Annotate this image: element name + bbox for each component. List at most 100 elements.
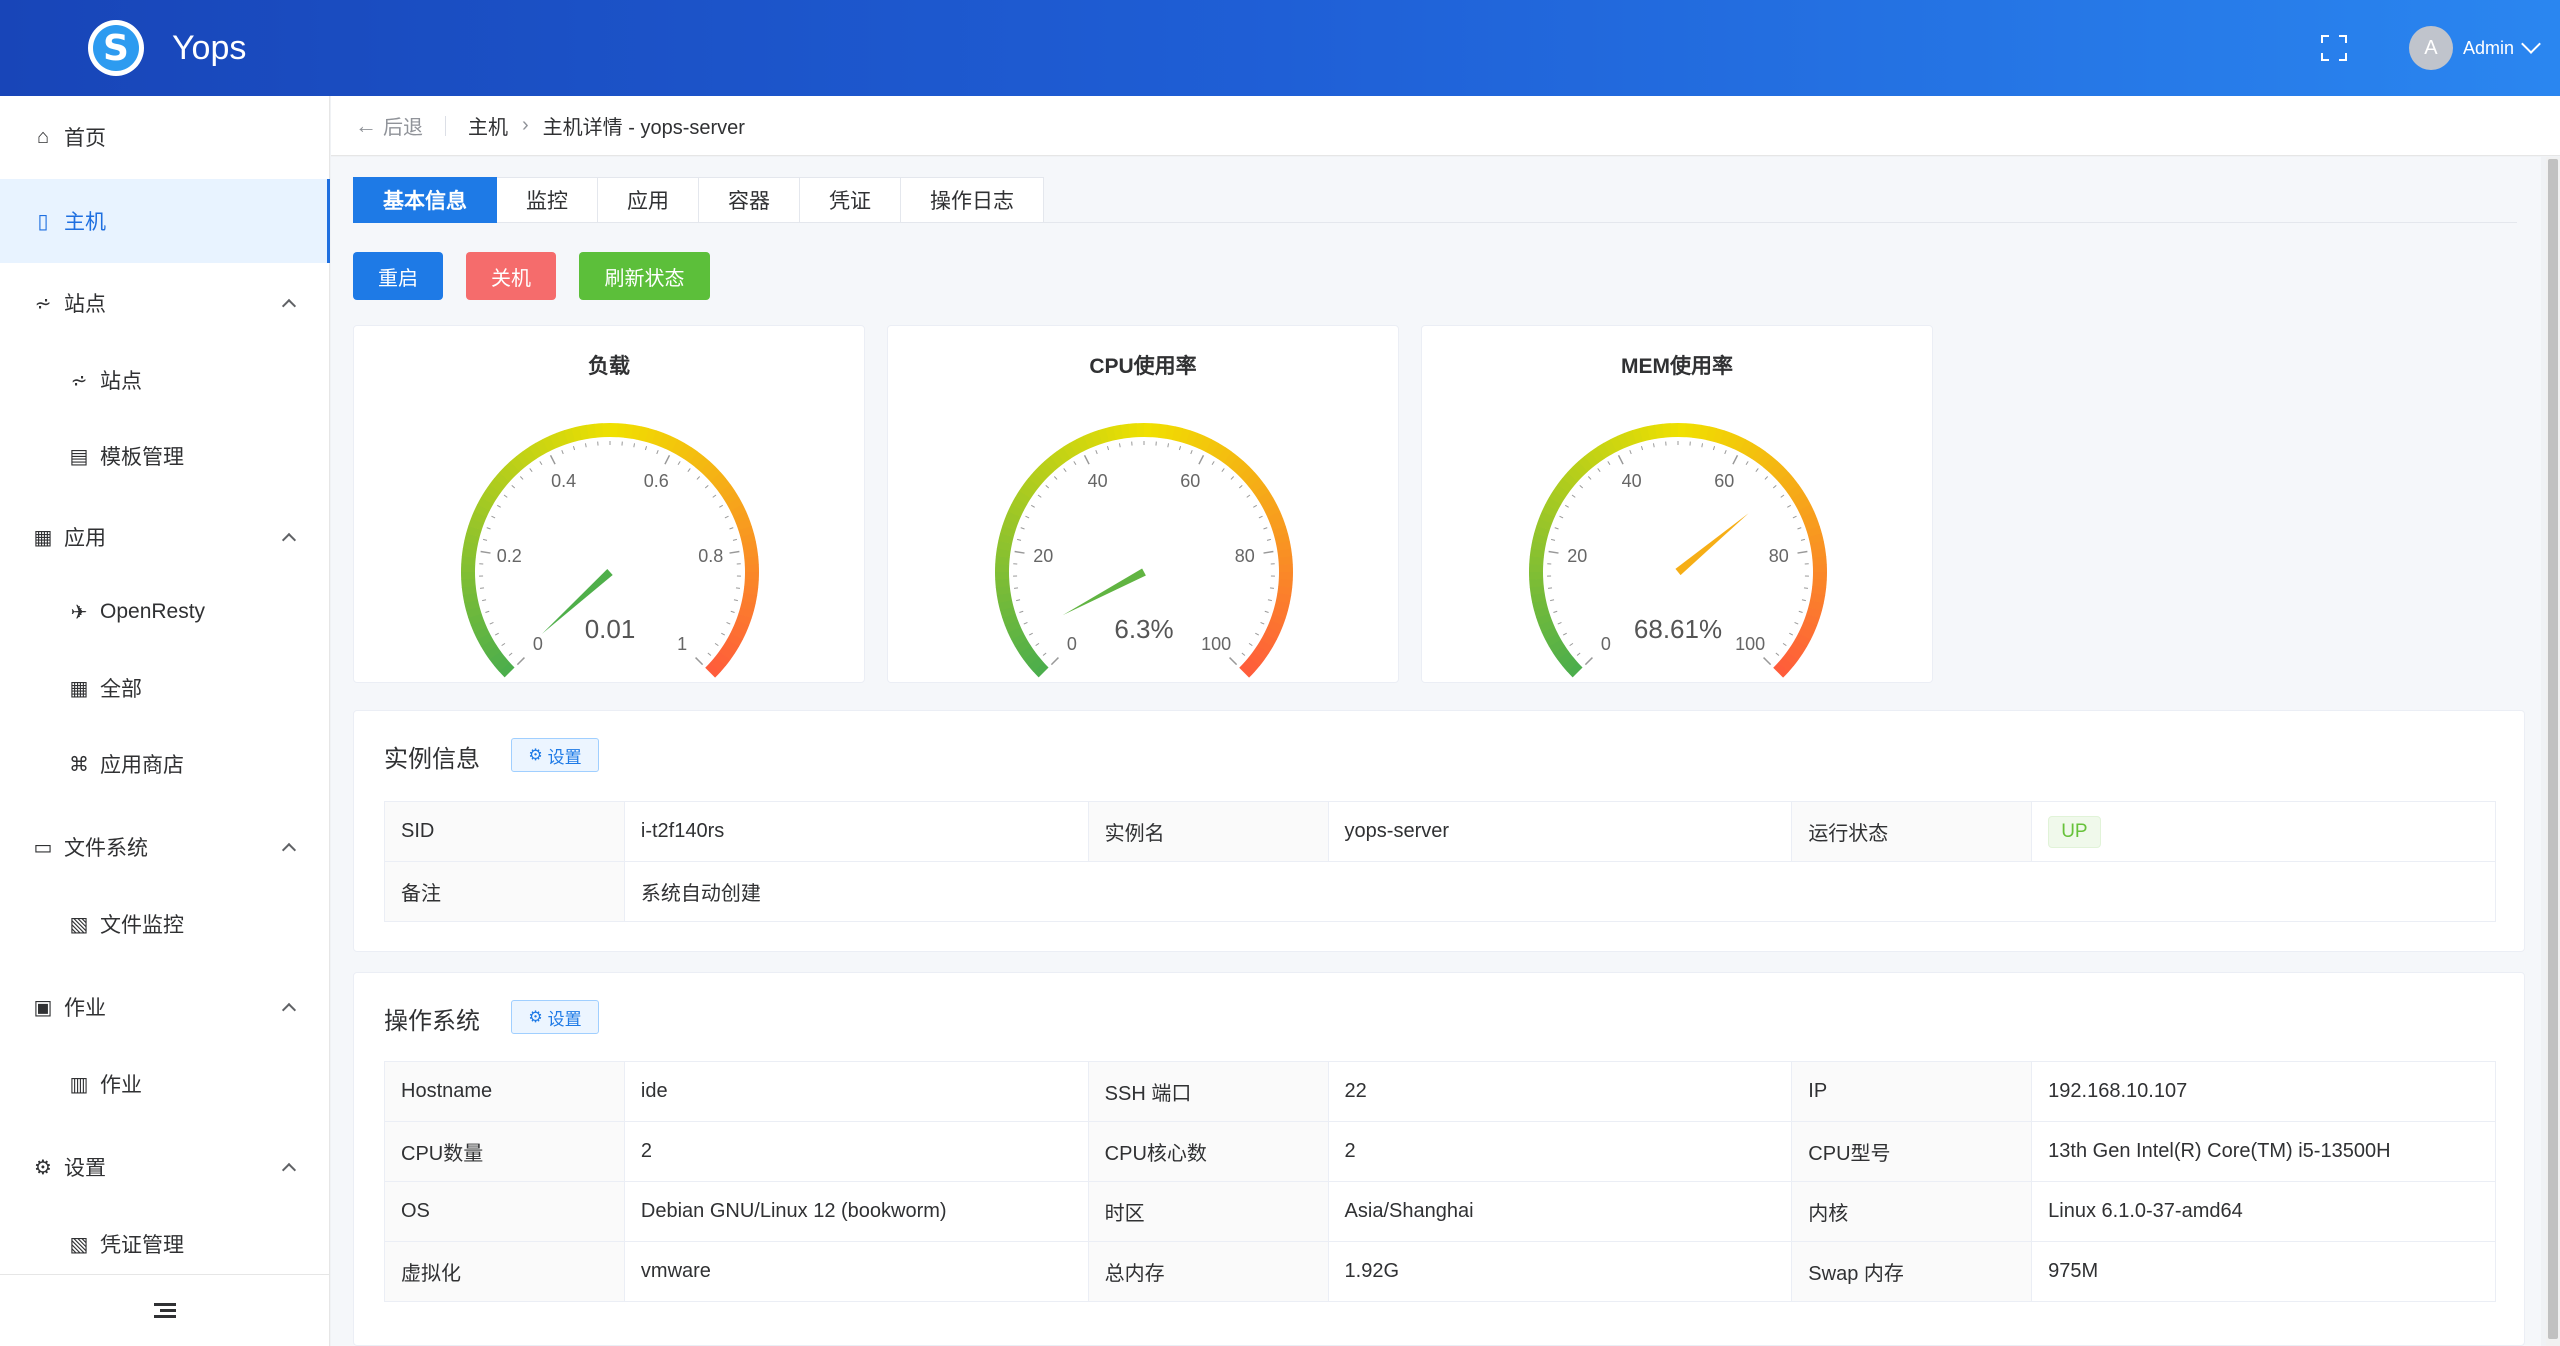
refresh-status-button[interactable]: 刷新状态 [579,252,710,300]
gauge-arc-segment [671,439,685,456]
gauge-arc-segment [1028,472,1044,488]
gauge-tick [1764,476,1769,480]
gauge-arc-segment [1004,511,1021,524]
gauge-tick [1016,538,1022,541]
sidebar-item-4[interactable]: ▤ 模板管理 [0,420,330,492]
gauge-tick [1230,476,1235,480]
gauge-arc-segment [586,423,597,439]
gauge-arc-segment [738,525,755,538]
sidebar-item-11[interactable]: ▣ 作业 [0,968,330,1046]
gauge-arc-segment [683,447,698,464]
app-logo[interactable]: S [88,20,144,76]
gauge-tick [1732,454,1739,465]
sidebar-collapse-toggle[interactable] [0,1274,330,1346]
gauge-tick [482,538,488,541]
breadcrumb-item-host[interactable]: 主机 [468,111,508,140]
gauge-arc-segment [1532,533,1548,544]
gauge-tick [1564,504,1569,508]
sidebar-item-5[interactable]: ▦ 应用 [0,498,330,576]
gauge-tick [1559,515,1564,519]
sidebar-item-6[interactable]: ✈ OpenResty [0,576,330,648]
gauge-arc-segment [677,442,692,459]
gauge-arc-segment [1538,511,1555,524]
shutdown-button[interactable]: 关机 [466,252,556,300]
restart-button[interactable]: 重启 [353,252,443,300]
gauge-arc-segment [1530,540,1547,551]
gauge-arc-segment [1004,620,1021,633]
gear-icon: ⚙ [34,1156,52,1179]
gauge-tick [1020,527,1025,530]
gear-icon: ⚙ [528,1009,543,1026]
sidebar-item-13[interactable]: ⚙ 设置 [0,1128,330,1206]
gauge-tick [1801,599,1806,602]
user-name[interactable]: Admin [2463,38,2514,59]
gauge-arc-segment [1270,518,1286,531]
gauge-tick [1763,657,1772,666]
back-button[interactable]: ← 后退 [355,111,423,140]
fullscreen-icon[interactable] [2320,35,2347,61]
sidebar-item-8[interactable]: ⌘ 应用商店 [0,728,330,800]
gauge-arc-segment [1533,606,1550,619]
gauge-arc-segment [995,548,1011,558]
content-scrollbar[interactable] [2546,157,2560,1346]
gauge-arc-segment [1739,439,1753,456]
openresty-icon: ✈ [70,601,88,624]
tab-monitor[interactable]: 监控 [497,177,598,223]
gauge-tick [1198,454,1205,465]
tab-containers[interactable]: 容器 [699,177,800,223]
sidebar-item-1[interactable]: ▯ 主机 [0,179,330,263]
gauge-arc-segment [528,442,543,459]
gauge-cpu: 0 20 40 60 80 100 6.3% [995,423,1293,678]
gauge-arc-segment [1791,639,1808,654]
scrollbar-thumb[interactable] [2548,159,2558,1339]
gear-icon: ⚙ [528,747,543,764]
cell-label: CPU型号 [1791,1121,2033,1182]
gauge-tick [529,468,533,472]
gauge-arc-segment [735,613,752,626]
gauge-arc-segment [726,633,743,647]
gauge-value: 6.3% [1114,614,1173,644]
gauge-arc-segment [644,428,657,444]
gauge-card-mem: MEM使用率 0 20 40 60 80 100 68.61% [1421,325,1933,683]
chevron-down-icon[interactable] [2521,34,2541,54]
gauge-arc-segment [1787,484,1804,499]
gauge-tick [1652,443,1655,448]
sidebar-item-12[interactable]: ▥ 作业 [0,1048,330,1120]
instance-settings-button[interactable]: ⚙ 设置 [511,738,599,772]
apps-icon: ▦ [69,677,89,700]
gauge-arc-segment [1782,478,1799,493]
gauge-arc-segment [741,593,758,604]
sidebar-item-3[interactable]: ⩫ 站点 [0,344,330,416]
gauge-tick [519,476,524,480]
tab-apps[interactable]: 应用 [598,177,699,223]
tab-operation-log[interactable]: 操作日志 [901,177,1044,223]
gauge-tick [719,504,724,508]
gauge-arc-segment [461,548,477,558]
sidebar-item-0[interactable]: ⌂ 首页 [0,96,330,178]
gauge-tick [584,443,587,448]
os-settings-button[interactable]: ⚙ 设置 [511,1000,599,1034]
gauge-arc-segment [1794,633,1811,647]
gauge-tick-label: 60 [1180,471,1200,491]
tab-credentials[interactable]: 凭证 [800,177,901,223]
table-row: OS Debian GNU/Linux 12 (bookworm) 时区 Asia/S… [384,1181,2496,1242]
avatar[interactable]: A [2408,26,2453,70]
sidebar-item-9[interactable]: ▭ 文件系统 [0,808,330,886]
gauge-tick [1030,504,1035,508]
gauge-arc-segment [726,497,743,512]
gauge-tick [1118,443,1121,448]
main-content: 基本信息 监控 应用 容器 凭证 操作日志 重启 关机 刷新状态 负载 0 0.2… [331,157,2541,1346]
gauge-arc-segment [744,556,759,566]
sidebar-item-10[interactable]: ▧ 文件监控 [0,888,330,960]
menu-fold-icon [154,1300,176,1321]
gauge-arc-segment [1778,472,1795,488]
sidebar-item-14[interactable]: ▧ 凭证管理 [0,1208,330,1280]
gauge-card-cpu: CPU使用率 0 20 40 60 80 100 6.3% [887,325,1399,683]
tab-basic-info[interactable]: 基本信息 [353,177,497,223]
gauge-arc-segment [719,484,736,499]
gauge-card-load: 负载 0 0.2 0.4 0.6 0.8 1 0.01 [353,325,865,683]
sidebar-item-7[interactable]: ▦ 全部 [0,652,330,724]
sidebar-item-2[interactable]: ⩫ 站点 [0,264,330,342]
gauge-arc-segment [465,606,482,619]
gauge-arc-segment [1198,435,1212,452]
